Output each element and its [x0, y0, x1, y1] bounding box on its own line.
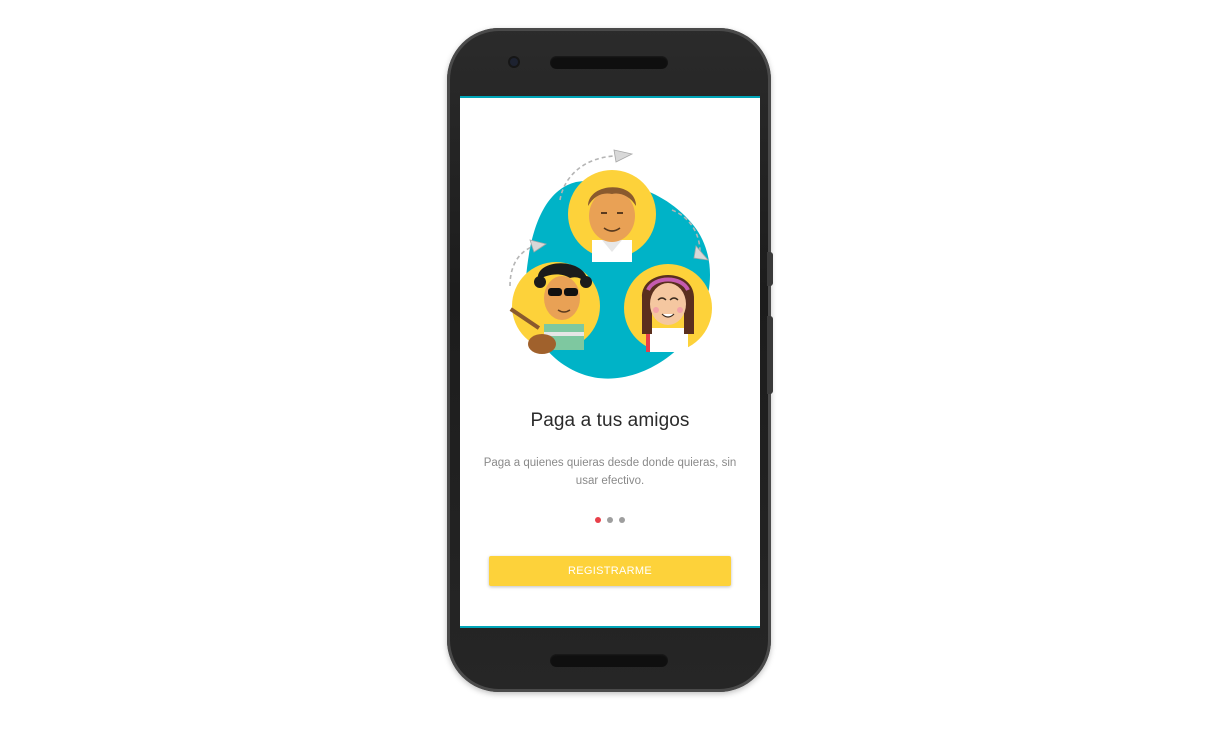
stage: Paga a tus amigos Paga a quienes quieras… [0, 0, 1220, 742]
register-button[interactable]: REGISTRARME [489, 556, 731, 586]
front-camera [510, 58, 518, 66]
volume-button [767, 316, 773, 394]
pagination-dot-3[interactable] [619, 517, 625, 523]
friends-payment-illustration [509, 149, 712, 379]
bottom-speaker [550, 654, 668, 667]
onboarding-title: Paga a tus amigos [530, 410, 690, 431]
power-button [767, 252, 773, 286]
pagination-dot-2[interactable] [607, 517, 613, 523]
app-screen: Paga a tus amigos Paga a quienes quieras… [460, 96, 760, 628]
friend-avatar-right [624, 264, 712, 352]
pagination-dots [460, 517, 760, 523]
onboarding-description: Paga a quienes quieras desde donde quier… [483, 457, 737, 487]
paper-plane-icon-top [613, 149, 634, 163]
pagination-dot-1[interactable] [595, 517, 601, 523]
earpiece-speaker [550, 56, 668, 69]
